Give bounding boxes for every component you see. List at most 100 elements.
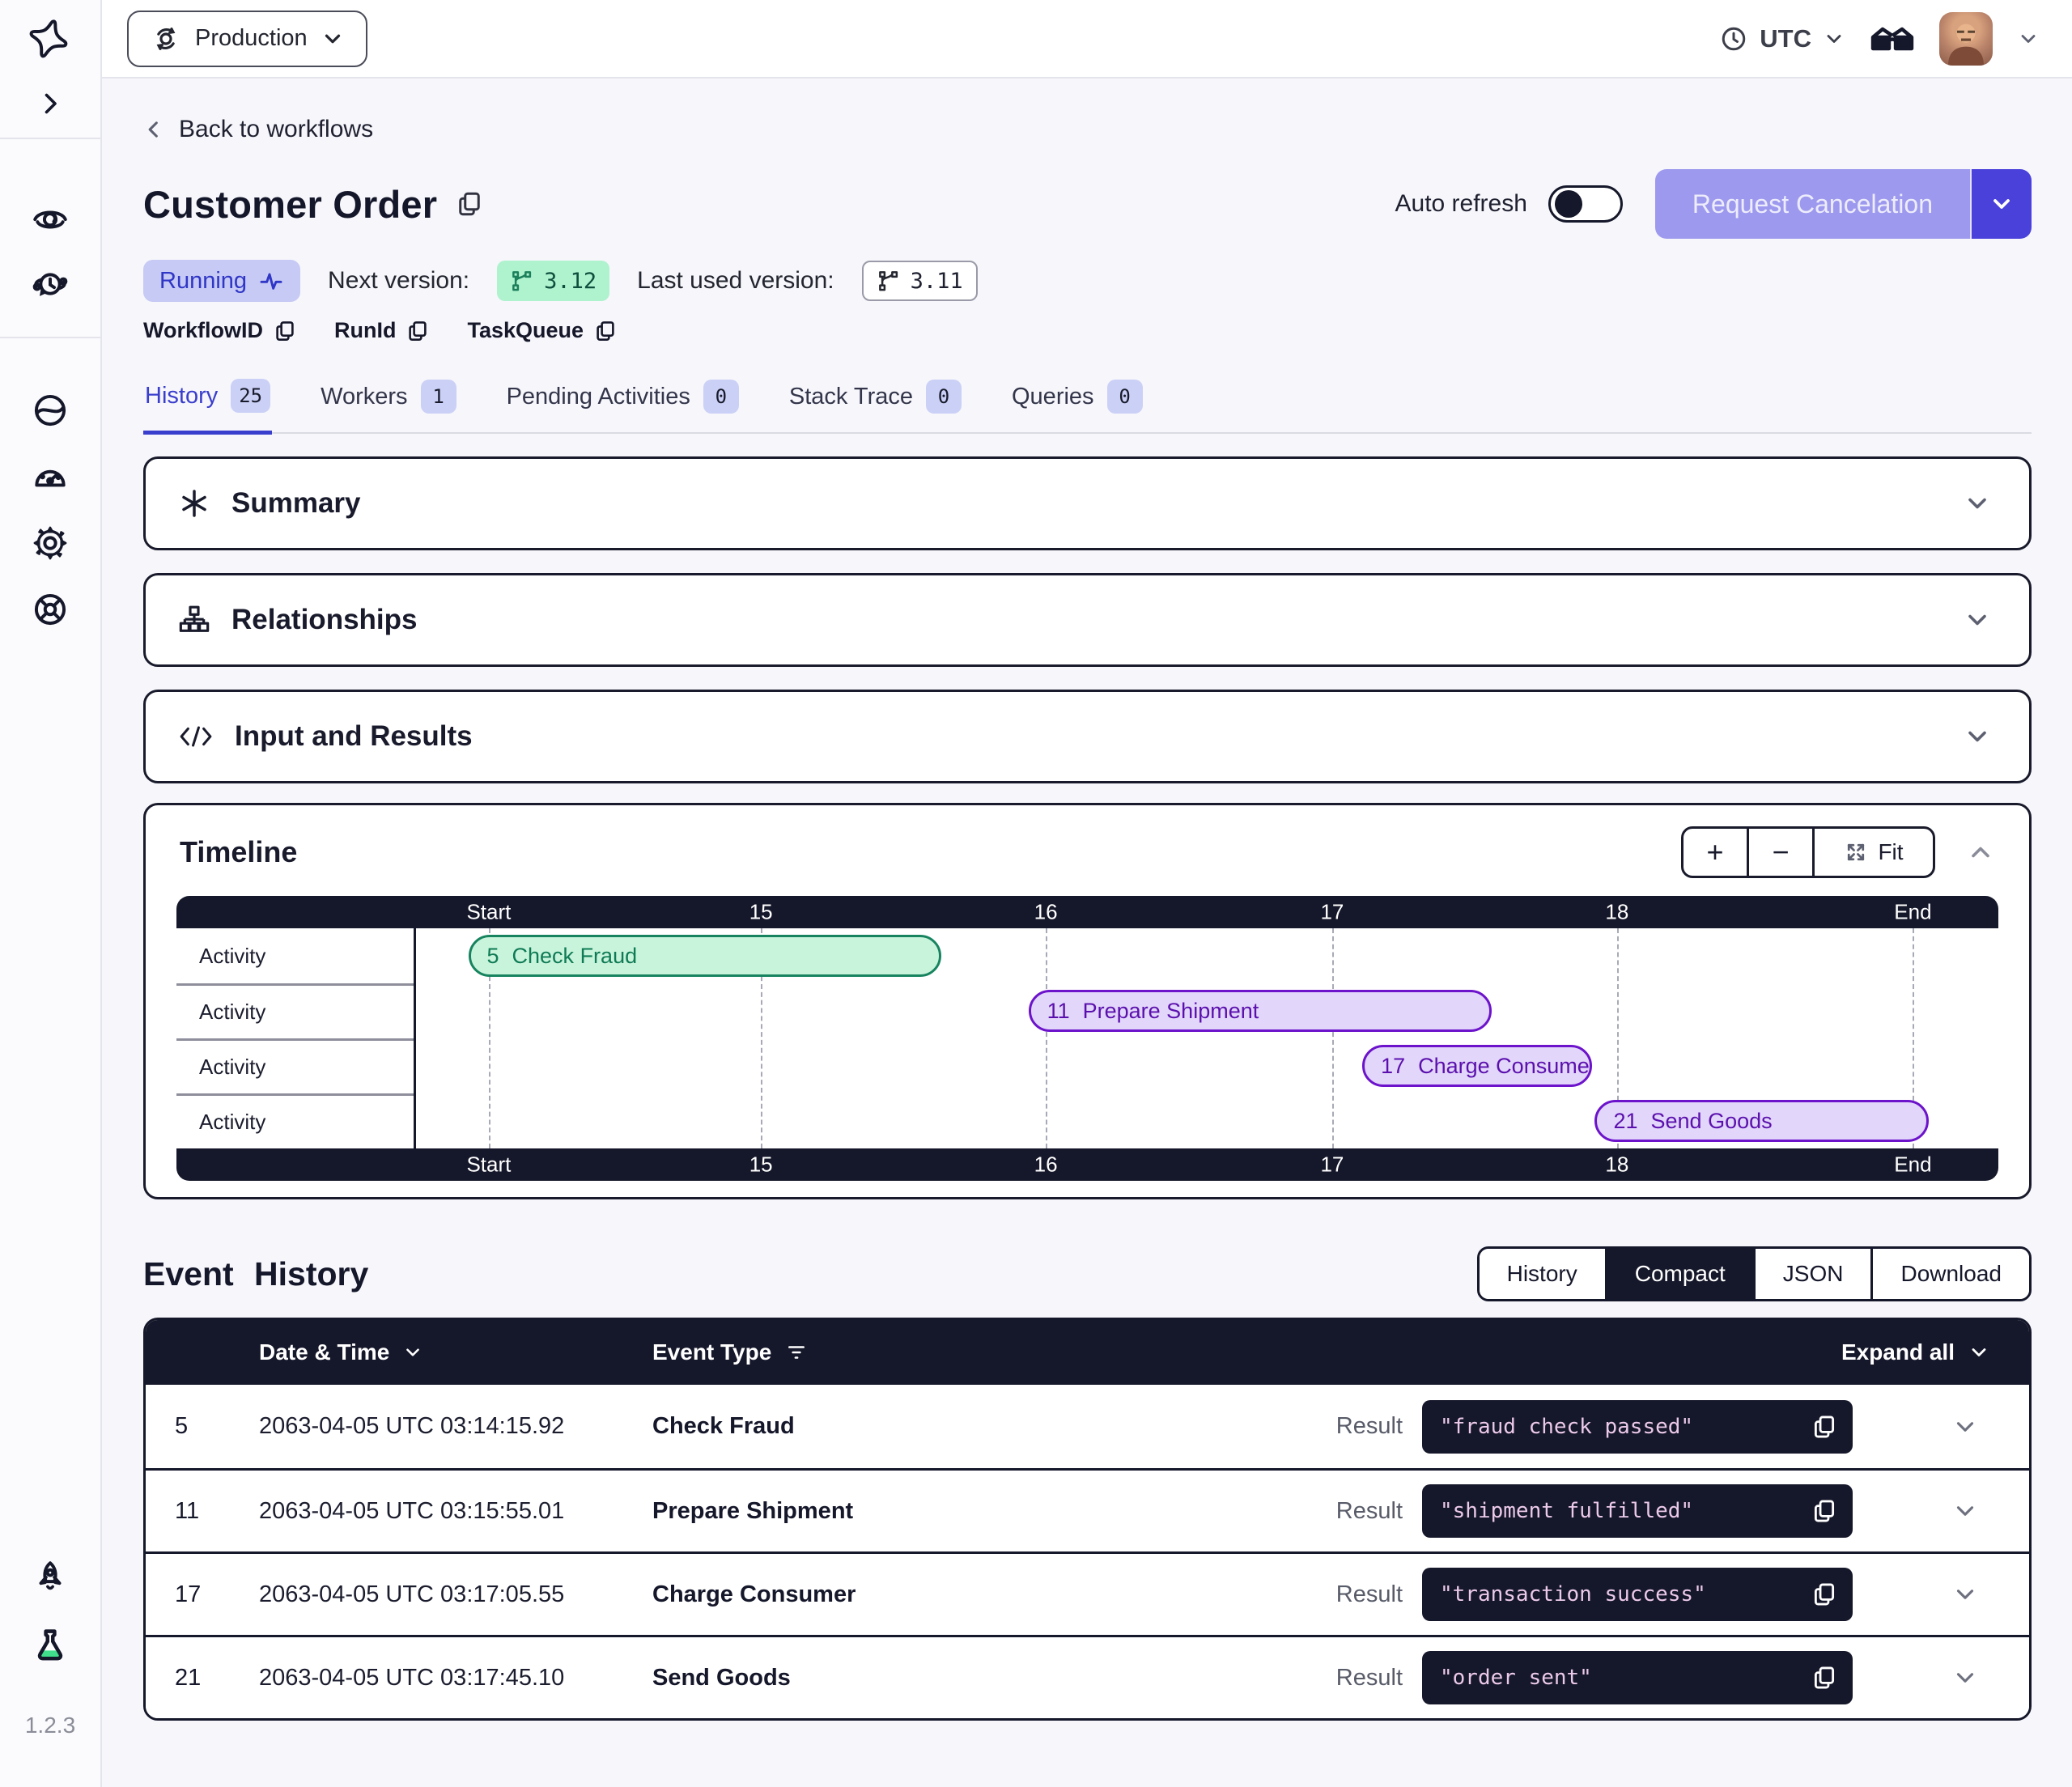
status-label: Running [159, 268, 247, 295]
zoom-out-button[interactable]: − [1747, 826, 1815, 878]
back-to-workflows-link[interactable]: Back to workflows [143, 116, 373, 143]
chevron-down-icon[interactable] [1963, 722, 1992, 751]
auto-refresh-toggle[interactable] [1548, 185, 1623, 223]
result-label: Result [1336, 1665, 1403, 1691]
temporal-logo-icon[interactable] [0, 0, 101, 76]
chevron-down-icon[interactable] [1951, 1664, 1979, 1691]
view-history-button[interactable]: History [1480, 1249, 1605, 1299]
copy-icon[interactable] [1811, 1664, 1838, 1691]
timeline-bar-check-fraud[interactable]: 5 Check Fraud [469, 935, 942, 977]
tab-history[interactable]: History 25 [143, 374, 272, 435]
axis-tick: Start [466, 900, 511, 925]
auto-refresh-label: Auto refresh [1395, 190, 1527, 218]
next-version-badge: 3.12 [497, 261, 609, 301]
copy-icon[interactable] [1811, 1413, 1838, 1441]
code-icon [178, 722, 214, 751]
event-timestamp: 2063-04-05 UTC 03:15:55.01 [223, 1498, 604, 1525]
event-row[interactable]: 11 2063-04-05 UTC 03:15:55.01 Prepare Sh… [146, 1468, 2029, 1551]
tab-count-badge: 0 [703, 380, 739, 414]
chevron-down-icon[interactable] [1951, 1413, 1979, 1441]
collapse-timeline-icon[interactable] [1966, 838, 1995, 867]
lane-label: Activity [176, 928, 414, 983]
event-row[interactable]: 17 2063-04-05 UTC 03:17:05.55 Charge Con… [146, 1551, 2029, 1635]
event-timestamp: 2063-04-05 UTC 03:17:45.10 [223, 1665, 604, 1691]
request-cancelation-split-button: Request Cancelation [1655, 169, 2032, 239]
copy-icon[interactable] [273, 319, 297, 343]
axis-tick: 18 [1605, 900, 1628, 925]
chevron-down-icon[interactable] [1951, 1581, 1979, 1608]
input-results-section[interactable]: Input and Results [143, 690, 2032, 783]
axis-tick: End [1894, 1152, 1931, 1178]
lane-label: Activity [176, 1038, 414, 1093]
pulse-icon [258, 268, 284, 294]
result-label: Result [1336, 1413, 1403, 1440]
timezone-label: UTC [1760, 24, 1811, 53]
tab-pending-activities[interactable]: Pending Activities 0 [505, 374, 741, 432]
fit-label: Fit [1878, 839, 1903, 865]
summary-section[interactable]: Summary [143, 456, 2032, 550]
sidebar: 1.2.3 [0, 0, 102, 1787]
view-compact-button[interactable]: Compact [1605, 1249, 1753, 1299]
expand-sidebar-icon[interactable] [0, 76, 101, 131]
timeline-bar-charge-consumer[interactable]: 17 Charge Consumer [1362, 1045, 1591, 1087]
tab-count-badge: 25 [231, 379, 270, 413]
axis-tick: 15 [749, 900, 773, 925]
labs-flask-icon[interactable] [0, 1612, 101, 1680]
chevron-down-icon [1823, 28, 1845, 50]
task-queue-label: TaskQueue [467, 318, 584, 343]
chevron-down-icon [321, 27, 345, 51]
workflows-icon[interactable] [0, 185, 101, 251]
timeline-bar-send-goods[interactable]: 21 Send Goods [1594, 1100, 1929, 1142]
timeline-chart: Start 15 16 17 18 End Activity Activity … [176, 896, 1998, 1181]
timeline-lane-labels: Activity Activity Activity Activity [176, 928, 416, 1148]
settings-icon[interactable] [0, 510, 101, 576]
timeline-bar-prepare-shipment[interactable]: 11 Prepare Shipment [1029, 990, 1492, 1032]
event-row[interactable]: 5 2063-04-05 UTC 03:14:15.92 Check Fraud… [146, 1385, 2029, 1468]
relationships-section[interactable]: Relationships [143, 573, 2032, 667]
request-cancelation-menu-button[interactable] [1970, 169, 2032, 239]
event-id: 11 [175, 1498, 223, 1525]
incognito-glasses-icon[interactable] [1870, 21, 1915, 57]
usage-icon[interactable] [0, 444, 101, 510]
namespace-selector[interactable]: Production [127, 11, 367, 67]
rocket-icon[interactable] [0, 1546, 101, 1612]
expand-all-button[interactable]: Expand all [1841, 1339, 1990, 1365]
axis-tick: 17 [1320, 1152, 1344, 1178]
result-value: "transaction success" [1440, 1582, 1811, 1607]
tab-count-badge: 0 [1107, 380, 1143, 414]
event-row[interactable]: 21 2063-04-05 UTC 03:17:45.10 Send Goods… [146, 1635, 2029, 1718]
axis-tick: Start [466, 1152, 511, 1178]
result-value: "shipment fulfilled" [1440, 1499, 1811, 1523]
axis-tick: End [1894, 900, 1931, 925]
copy-icon[interactable] [455, 189, 484, 219]
request-cancelation-button[interactable]: Request Cancelation [1655, 169, 1970, 239]
copy-icon[interactable] [405, 319, 430, 343]
column-event-type: Event Type [652, 1339, 771, 1365]
tab-stack-trace[interactable]: Stack Trace 0 [788, 374, 963, 432]
zoom-in-button[interactable]: + [1681, 826, 1749, 878]
zoom-fit-button[interactable]: Fit [1812, 826, 1935, 878]
task-queue-chip: TaskQueue [467, 318, 618, 343]
avatar[interactable] [1939, 12, 1993, 66]
chevron-down-icon [1989, 191, 2015, 217]
chevron-down-icon[interactable] [2017, 28, 2040, 50]
chevron-down-icon[interactable] [1963, 605, 1992, 635]
support-icon[interactable] [0, 576, 101, 643]
copy-icon[interactable] [1811, 1497, 1838, 1525]
download-button[interactable]: Download [1870, 1249, 2029, 1299]
sort-date-time[interactable]: Date & Time [223, 1339, 604, 1365]
chevron-down-icon [402, 1342, 423, 1363]
chevron-down-icon[interactable] [1963, 489, 1992, 518]
timezone-selector[interactable]: UTC [1719, 24, 1845, 53]
nexus-icon[interactable] [0, 377, 101, 444]
filter-event-type[interactable]: Event Type [604, 1339, 1841, 1365]
copy-icon[interactable] [593, 319, 618, 343]
tab-queries[interactable]: Queries 0 [1010, 374, 1144, 432]
tab-workers[interactable]: Workers 1 [319, 374, 457, 432]
event-history-table: Date & Time Event Type Expand all 5 [143, 1318, 2032, 1721]
chevron-down-icon[interactable] [1951, 1497, 1979, 1525]
schedules-icon[interactable] [0, 251, 101, 317]
copy-icon[interactable] [1811, 1581, 1838, 1608]
view-json-button[interactable]: JSON [1753, 1249, 1871, 1299]
bar-event-id: 21 [1613, 1109, 1637, 1134]
